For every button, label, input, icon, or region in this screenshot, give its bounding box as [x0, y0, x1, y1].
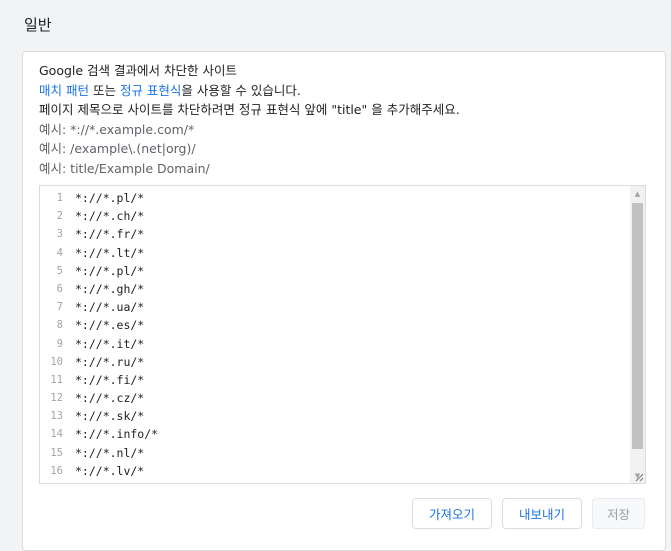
line-number: 13 [50, 410, 63, 423]
section-title: 일반 [24, 16, 52, 34]
editor-scrollbar[interactable]: ▲ ▼ [630, 186, 645, 483]
action-buttons: 가져오기 내보내기 저장 [412, 498, 645, 529]
line-number: 4 [56, 246, 63, 259]
editor-line[interactable]: 1 *://*.pl/* [40, 189, 630, 207]
blocked-sites-card: Google 검색 결과에서 차단한 사이트 매치 패턴 또는 정규 표현식을 … [22, 51, 666, 551]
line-text[interactable]: *://*.ch/* [63, 207, 144, 225]
line-text[interactable]: *://*.it/* [63, 335, 144, 353]
usable-text: 을 사용할 수 있습니다. [181, 82, 301, 98]
line-number: 10 [50, 355, 63, 368]
editor-line[interactable]: 6 *://*.gh/* [40, 280, 630, 298]
editor-line[interactable]: 12 *://*.cz/* [40, 389, 630, 407]
line-text[interactable]: *://*.gh/* [63, 280, 144, 298]
editor-line[interactable]: 5 *://*.pl/* [40, 262, 630, 280]
line-text[interactable]: *://*.lt/* [63, 244, 144, 262]
line-text[interactable]: *://*.pl/* [63, 262, 144, 280]
resize-grip-icon[interactable] [634, 472, 644, 482]
line-text[interactable]: *://*.pl/* [63, 189, 144, 207]
editor-line[interactable]: 3 *://*.fr/* [40, 225, 630, 243]
import-button[interactable]: 가져오기 [412, 498, 492, 529]
line-text[interactable]: *://*.sk/* [63, 407, 144, 425]
editor-line[interactable]: 10 *://*.ru/* [40, 353, 630, 371]
example-3: 예시: title/Example Domain/ [39, 160, 210, 176]
scroll-thumb[interactable] [632, 203, 643, 449]
editor-line[interactable]: 15 *://*.nl/* [40, 444, 630, 462]
scroll-up-arrow-icon[interactable]: ▲ [630, 186, 645, 201]
line-text[interactable]: *://*.fi/* [63, 371, 144, 389]
line-number: 3 [56, 228, 63, 241]
line-text[interactable]: *://*.cz/* [63, 389, 144, 407]
example-2: 예시: /example\.(net|org)/ [39, 141, 196, 156]
description-title-hint: 페이지 제목으로 사이트를 차단하려면 정규 표현식 앞에 "title" 을 … [39, 102, 460, 117]
editor-line[interactable]: 8 *://*.es/* [40, 316, 630, 334]
save-button[interactable]: 저장 [592, 498, 645, 529]
line-number: 12 [50, 392, 63, 405]
line-number: 8 [56, 319, 63, 332]
editor-line[interactable]: 11 *://*.fi/* [40, 371, 630, 389]
blocklist-editor[interactable]: 1 *://*.pl/* 2 *://*.ch/* 3 *://*.fr/* 4 *://*.… [39, 185, 646, 484]
line-number: 14 [50, 428, 63, 441]
match-pattern-link[interactable]: 매치 패턴 [39, 83, 89, 98]
line-number: 9 [56, 337, 63, 350]
line-text[interactable]: *://*.ru/* [63, 353, 144, 371]
line-number: 2 [56, 210, 63, 223]
editor-lines[interactable]: 1 *://*.pl/* 2 *://*.ch/* 3 *://*.fr/* 4 *://*.… [40, 189, 630, 480]
editor-line[interactable]: 4 *://*.lt/* [40, 244, 630, 262]
line-text[interactable]: *://*.es/* [63, 316, 144, 334]
line-text[interactable]: *://*.nl/* [63, 444, 144, 462]
line-text[interactable]: *://*.info/* [63, 425, 158, 443]
or-text: 또는 [88, 82, 120, 98]
editor-line[interactable]: 7 *://*.ua/* [40, 298, 630, 316]
description-title: Google 검색 결과에서 차단한 사이트 [39, 63, 237, 78]
line-number: 16 [50, 464, 63, 477]
line-number: 6 [56, 282, 63, 295]
description-patterns: 매치 패턴 또는 정규 표현식을 사용할 수 있습니다. [39, 81, 460, 101]
line-number: 11 [50, 373, 63, 386]
line-text[interactable]: *://*.lv/* [63, 462, 144, 480]
line-number: 1 [56, 192, 63, 204]
line-text[interactable]: *://*.ua/* [63, 298, 144, 316]
editor-line[interactable]: 14 *://*.info/* [40, 425, 630, 443]
line-number: 7 [56, 301, 63, 314]
line-number: 5 [56, 264, 63, 277]
example-1: 예시: *://*.example.com/* [39, 121, 195, 137]
editor-line[interactable]: 16 *://*.lv/* [40, 462, 630, 480]
regex-link[interactable]: 정규 표현식 [120, 83, 181, 98]
editor-line[interactable]: 2 *://*.ch/* [40, 207, 630, 225]
line-text[interactable]: *://*.fr/* [63, 225, 144, 243]
export-button[interactable]: 내보내기 [502, 498, 582, 529]
editor-line[interactable]: 9 *://*.it/* [40, 335, 630, 353]
description: Google 검색 결과에서 차단한 사이트 매치 패턴 또는 정규 표현식을 … [39, 61, 460, 178]
editor-line[interactable]: 13 *://*.sk/* [40, 407, 630, 425]
line-number: 15 [50, 446, 63, 459]
